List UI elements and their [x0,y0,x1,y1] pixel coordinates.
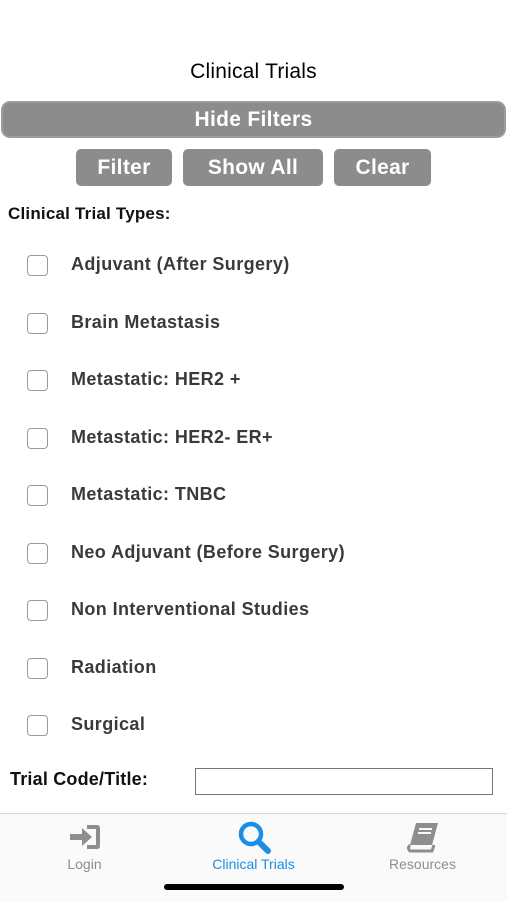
tab-label: Login [67,856,102,872]
trial-type-label: Metastatic: HER2 + [71,369,241,389]
login-icon [65,820,105,854]
trial-type-item-adjuvant[interactable]: Adjuvant (After Surgery) [0,236,507,294]
checkbox[interactable] [27,255,48,276]
trial-type-label: Radiation [71,656,157,677]
checkbox[interactable] [27,485,48,506]
checkbox[interactable] [27,427,48,449]
trial-type-item-surgical[interactable]: Surgical [0,696,507,754]
trial-type-label: Non Interventional Studies [71,599,310,619]
clear-button[interactable]: Clear [334,149,431,186]
tab-label: Clinical Trials [212,856,295,872]
trial-type-label: Brain Metastasis [71,311,221,332]
trial-code-input[interactable] [195,768,493,795]
trial-type-label: Metastatic: TNBC [71,484,227,504]
book-icon [403,820,443,854]
page-title: Clinical Trials [190,60,317,83]
home-indicator [164,884,344,890]
checkbox[interactable] [27,600,48,621]
trial-type-label: Adjuvant (After Surgery) [71,254,290,274]
tab-resources[interactable]: Resources [338,820,507,876]
hide-filters-button[interactable]: Hide Filters [1,101,506,138]
checkbox[interactable] [27,657,48,679]
trial-type-item-tnbc[interactable]: Metastatic: TNBC [0,466,507,524]
filter-button[interactable]: Filter [76,149,172,186]
trial-type-item-radiation[interactable]: Radiation [0,639,507,697]
trial-type-item-neo-adjuvant[interactable]: Neo Adjuvant (Before Surgery) [0,524,507,582]
checkbox[interactable] [27,715,48,736]
checkbox[interactable] [27,312,48,334]
trial-code-label: Trial Code/Title: [10,769,149,789]
trial-type-item-her2-negative-er-positive[interactable]: Metastatic: HER2- ER+ [0,409,507,467]
trial-type-label: Neo Adjuvant (Before Surgery) [71,541,345,562]
trial-type-label: Surgical [71,714,146,734]
trial-type-item-brain-metastasis[interactable]: Brain Metastasis [0,294,507,352]
trial-type-item-non-interventional[interactable]: Non Interventional Studies [0,581,507,639]
tab-clinical-trials[interactable]: Clinical Trials [169,820,338,876]
trial-type-item-her2-positive[interactable]: Metastatic: HER2 + [0,351,507,409]
tab-login[interactable]: Login [0,820,169,876]
trial-type-list: Adjuvant (After Surgery) Brain Metastasi… [0,236,507,754]
checkbox[interactable] [27,542,48,564]
search-icon [234,820,274,854]
trial-types-heading: Clinical Trial Types: [8,204,171,223]
tab-label: Resources [389,856,456,872]
trial-type-label: Metastatic: HER2- ER+ [71,426,273,447]
show-all-button[interactable]: Show All [183,149,323,186]
checkbox[interactable] [27,370,48,391]
